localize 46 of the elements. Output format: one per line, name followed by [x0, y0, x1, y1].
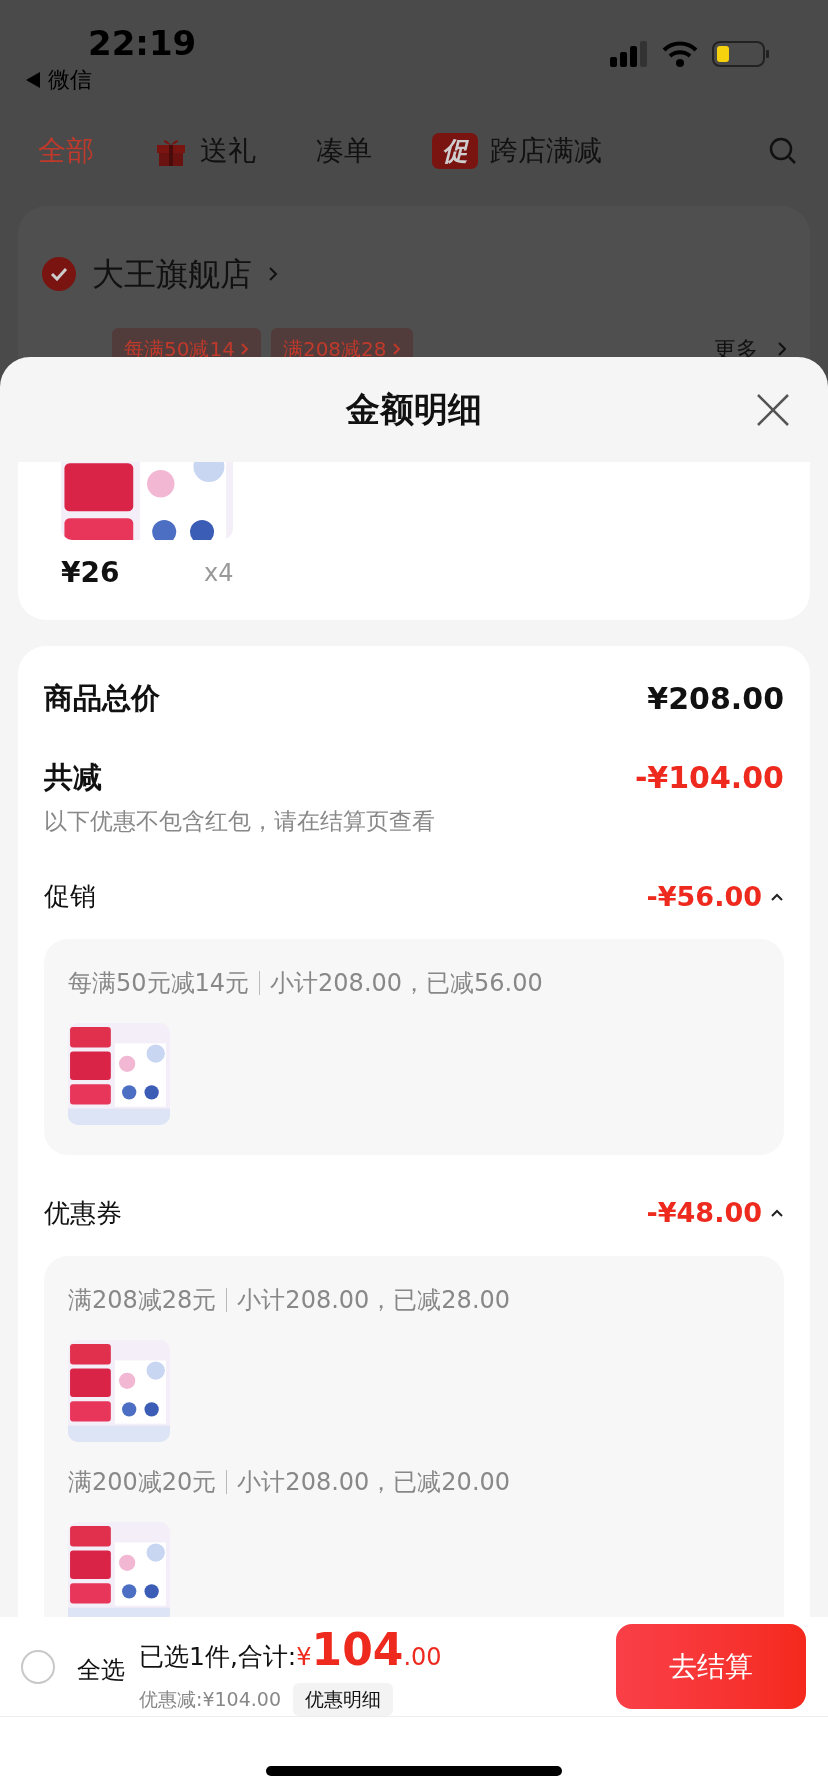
wifi-icon — [662, 41, 698, 67]
tab[interactable]: 促 跨店满减 — [432, 130, 602, 172]
section-value: -¥48.00 — [646, 1196, 762, 1230]
total-amount: ¥104.00 — [296, 1623, 442, 1678]
radio-button[interactable] — [21, 1649, 55, 1684]
section-value: -¥56.00 — [646, 879, 762, 914]
signal-icon — [610, 41, 648, 67]
section-label: 促销 — [44, 880, 96, 914]
back-label[interactable]: 微信 — [48, 63, 92, 96]
discount-detail-chip[interactable]: 优惠明细 — [293, 1683, 393, 1716]
discount-note: 以下优惠不包含红包，请在结算页查看 — [44, 807, 436, 836]
clock: 22:19 — [88, 22, 197, 65]
discount-value: -¥104.00 — [634, 759, 784, 797]
checkout-button[interactable]: 去结算 — [616, 1624, 806, 1709]
tab[interactable]: 送礼 — [154, 130, 256, 172]
back-arrow-icon — [26, 71, 40, 88]
product-price: ¥26 — [61, 555, 121, 591]
section-label: 优惠券 — [44, 1196, 122, 1230]
tab[interactable]: 凑单 — [316, 130, 372, 172]
total-value: ¥208.00 — [647, 680, 784, 718]
chevron-right-icon — [240, 343, 249, 355]
discount-rule: 满200减20元 — [68, 1466, 217, 1498]
chevron-right-icon — [778, 342, 786, 356]
discount-rule: 满208减28元 — [68, 1284, 217, 1316]
close-icon[interactable] — [756, 393, 790, 427]
sheet-title: 金额明细 — [346, 388, 482, 431]
saved-amount: 优惠减:¥104.00 — [139, 1687, 281, 1713]
discount-subtotal: 小计208.00，已减28.00 — [237, 1284, 511, 1316]
discount-label: 共减 — [44, 758, 102, 796]
product-quantity: x4 — [204, 558, 234, 589]
select-all-label[interactable]: 全选 — [77, 1651, 125, 1688]
store-name[interactable]: 大王旗舰店 — [92, 250, 252, 298]
total-label: 商品总价 — [44, 679, 160, 717]
promo-badge: 促 — [432, 133, 478, 169]
discount-subtotal: 小计208.00，已减56.00 — [270, 968, 543, 999]
caret-up-icon[interactable] — [770, 1208, 784, 1219]
selected-summary: 已选1件,合计: — [139, 1641, 297, 1674]
checkbox[interactable] — [42, 257, 76, 291]
discount-rule: 每满50元减14元 — [68, 968, 250, 999]
caret-up-icon[interactable] — [770, 891, 784, 902]
discount-subtotal: 小计208.00，已减20.00 — [237, 1466, 511, 1498]
battery-icon — [712, 40, 770, 68]
tab[interactable]: 全部 — [38, 130, 94, 172]
chevron-right-icon — [268, 266, 278, 282]
check-icon — [50, 267, 68, 281]
chevron-right-icon — [392, 343, 401, 355]
